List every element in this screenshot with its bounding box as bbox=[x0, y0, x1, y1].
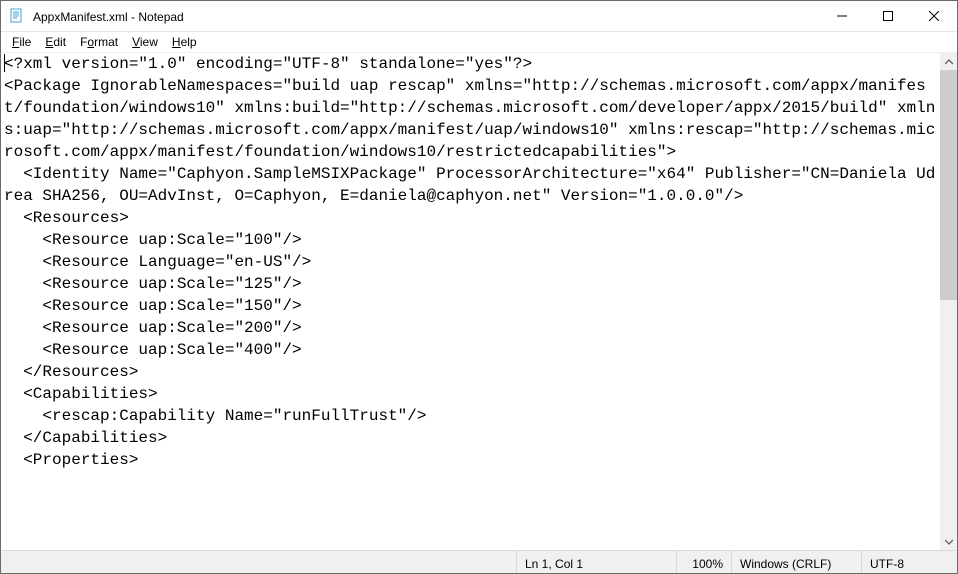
menu-format[interactable]: Format bbox=[73, 34, 125, 51]
menu-view[interactable]: View bbox=[125, 34, 165, 51]
notepad-window: AppxManifest.xml - Notepad File Edit For… bbox=[0, 0, 958, 574]
text-editor[interactable]: <?xml version="1.0" encoding="UTF-8" sta… bbox=[1, 53, 940, 550]
status-line-col: Ln 1, Col 1 bbox=[517, 551, 677, 573]
status-encoding: UTF-8 bbox=[862, 551, 957, 573]
notepad-icon bbox=[9, 8, 25, 24]
menu-file[interactable]: File bbox=[5, 34, 38, 51]
titlebar: AppxManifest.xml - Notepad bbox=[1, 1, 957, 32]
text-caret bbox=[4, 54, 5, 72]
scroll-thumb[interactable] bbox=[940, 70, 957, 300]
editor-area: <?xml version="1.0" encoding="UTF-8" sta… bbox=[1, 52, 957, 550]
scroll-track[interactable] bbox=[940, 70, 957, 533]
status-line-ending: Windows (CRLF) bbox=[732, 551, 862, 573]
scroll-down-button[interactable] bbox=[940, 533, 957, 550]
menu-help[interactable]: Help bbox=[165, 34, 204, 51]
menubar: File Edit Format View Help bbox=[1, 32, 957, 52]
menu-edit[interactable]: Edit bbox=[38, 34, 73, 51]
minimize-button[interactable] bbox=[819, 1, 865, 31]
window-title: AppxManifest.xml - Notepad bbox=[33, 9, 819, 24]
status-zoom: 100% bbox=[677, 551, 732, 573]
vertical-scrollbar[interactable] bbox=[940, 53, 957, 550]
status-spacer bbox=[1, 551, 517, 573]
window-buttons bbox=[819, 1, 957, 31]
statusbar: Ln 1, Col 1 100% Windows (CRLF) UTF-8 bbox=[1, 550, 957, 573]
close-button[interactable] bbox=[911, 1, 957, 31]
scroll-up-button[interactable] bbox=[940, 53, 957, 70]
maximize-button[interactable] bbox=[865, 1, 911, 31]
